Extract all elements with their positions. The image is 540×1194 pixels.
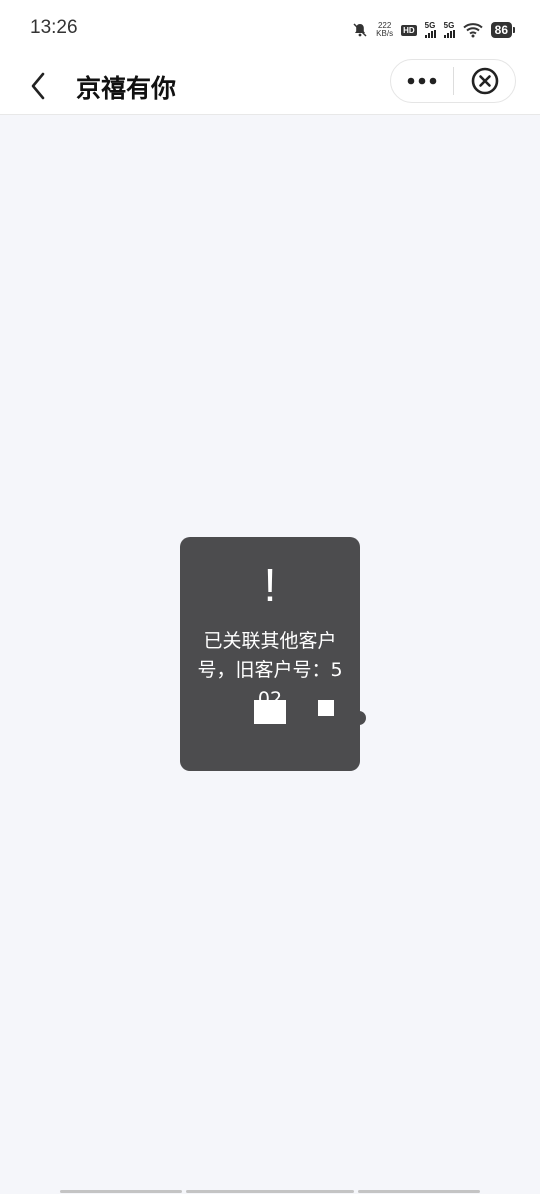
more-button[interactable]: [391, 60, 453, 102]
redaction-block: [318, 700, 334, 716]
close-button[interactable]: [454, 60, 515, 102]
hd-icon: HD: [401, 24, 417, 36]
wifi-icon: [462, 22, 483, 38]
gesture-bar: [60, 1190, 182, 1193]
gesture-bar: [358, 1190, 480, 1193]
mute-bell-icon: [352, 22, 368, 38]
speed-unit: KB/s: [376, 29, 394, 38]
hd-label: HD: [401, 24, 417, 36]
chevron-left-icon: [31, 72, 45, 100]
mini-program-capsule: [390, 59, 516, 103]
signal-label-1: 5G: [424, 21, 436, 30]
gesture-bar: [186, 1190, 354, 1193]
status-bar: 13:26 222 KB/s HD 5G 5G 86: [0, 0, 540, 58]
redaction-block: [254, 700, 286, 724]
page-title: 京禧有你: [76, 74, 177, 103]
signal-icon: 5G: [424, 21, 436, 38]
toast-edge-dot: [356, 711, 366, 725]
back-button[interactable]: [18, 66, 58, 106]
signal-icon: 5G: [443, 21, 455, 38]
signal-label-2: 5G: [443, 21, 455, 30]
battery-icon: 86: [490, 22, 516, 38]
navigation-bar: 京禧有你: [0, 58, 540, 115]
more-dots-icon: [407, 77, 437, 85]
status-icons: 222 KB/s HD 5G 5G 86: [352, 18, 516, 42]
network-speed: 222 KB/s: [376, 22, 393, 38]
warning-exclamation-icon: !: [263, 559, 277, 611]
toast-message-text: 已关联其他客户号，旧客户号：5: [197, 630, 343, 681]
status-time: 13:26: [30, 17, 78, 38]
toast-message: ! 已关联其他客户号，旧客户号：5 02: [180, 537, 360, 771]
close-circle-icon: [471, 67, 498, 95]
